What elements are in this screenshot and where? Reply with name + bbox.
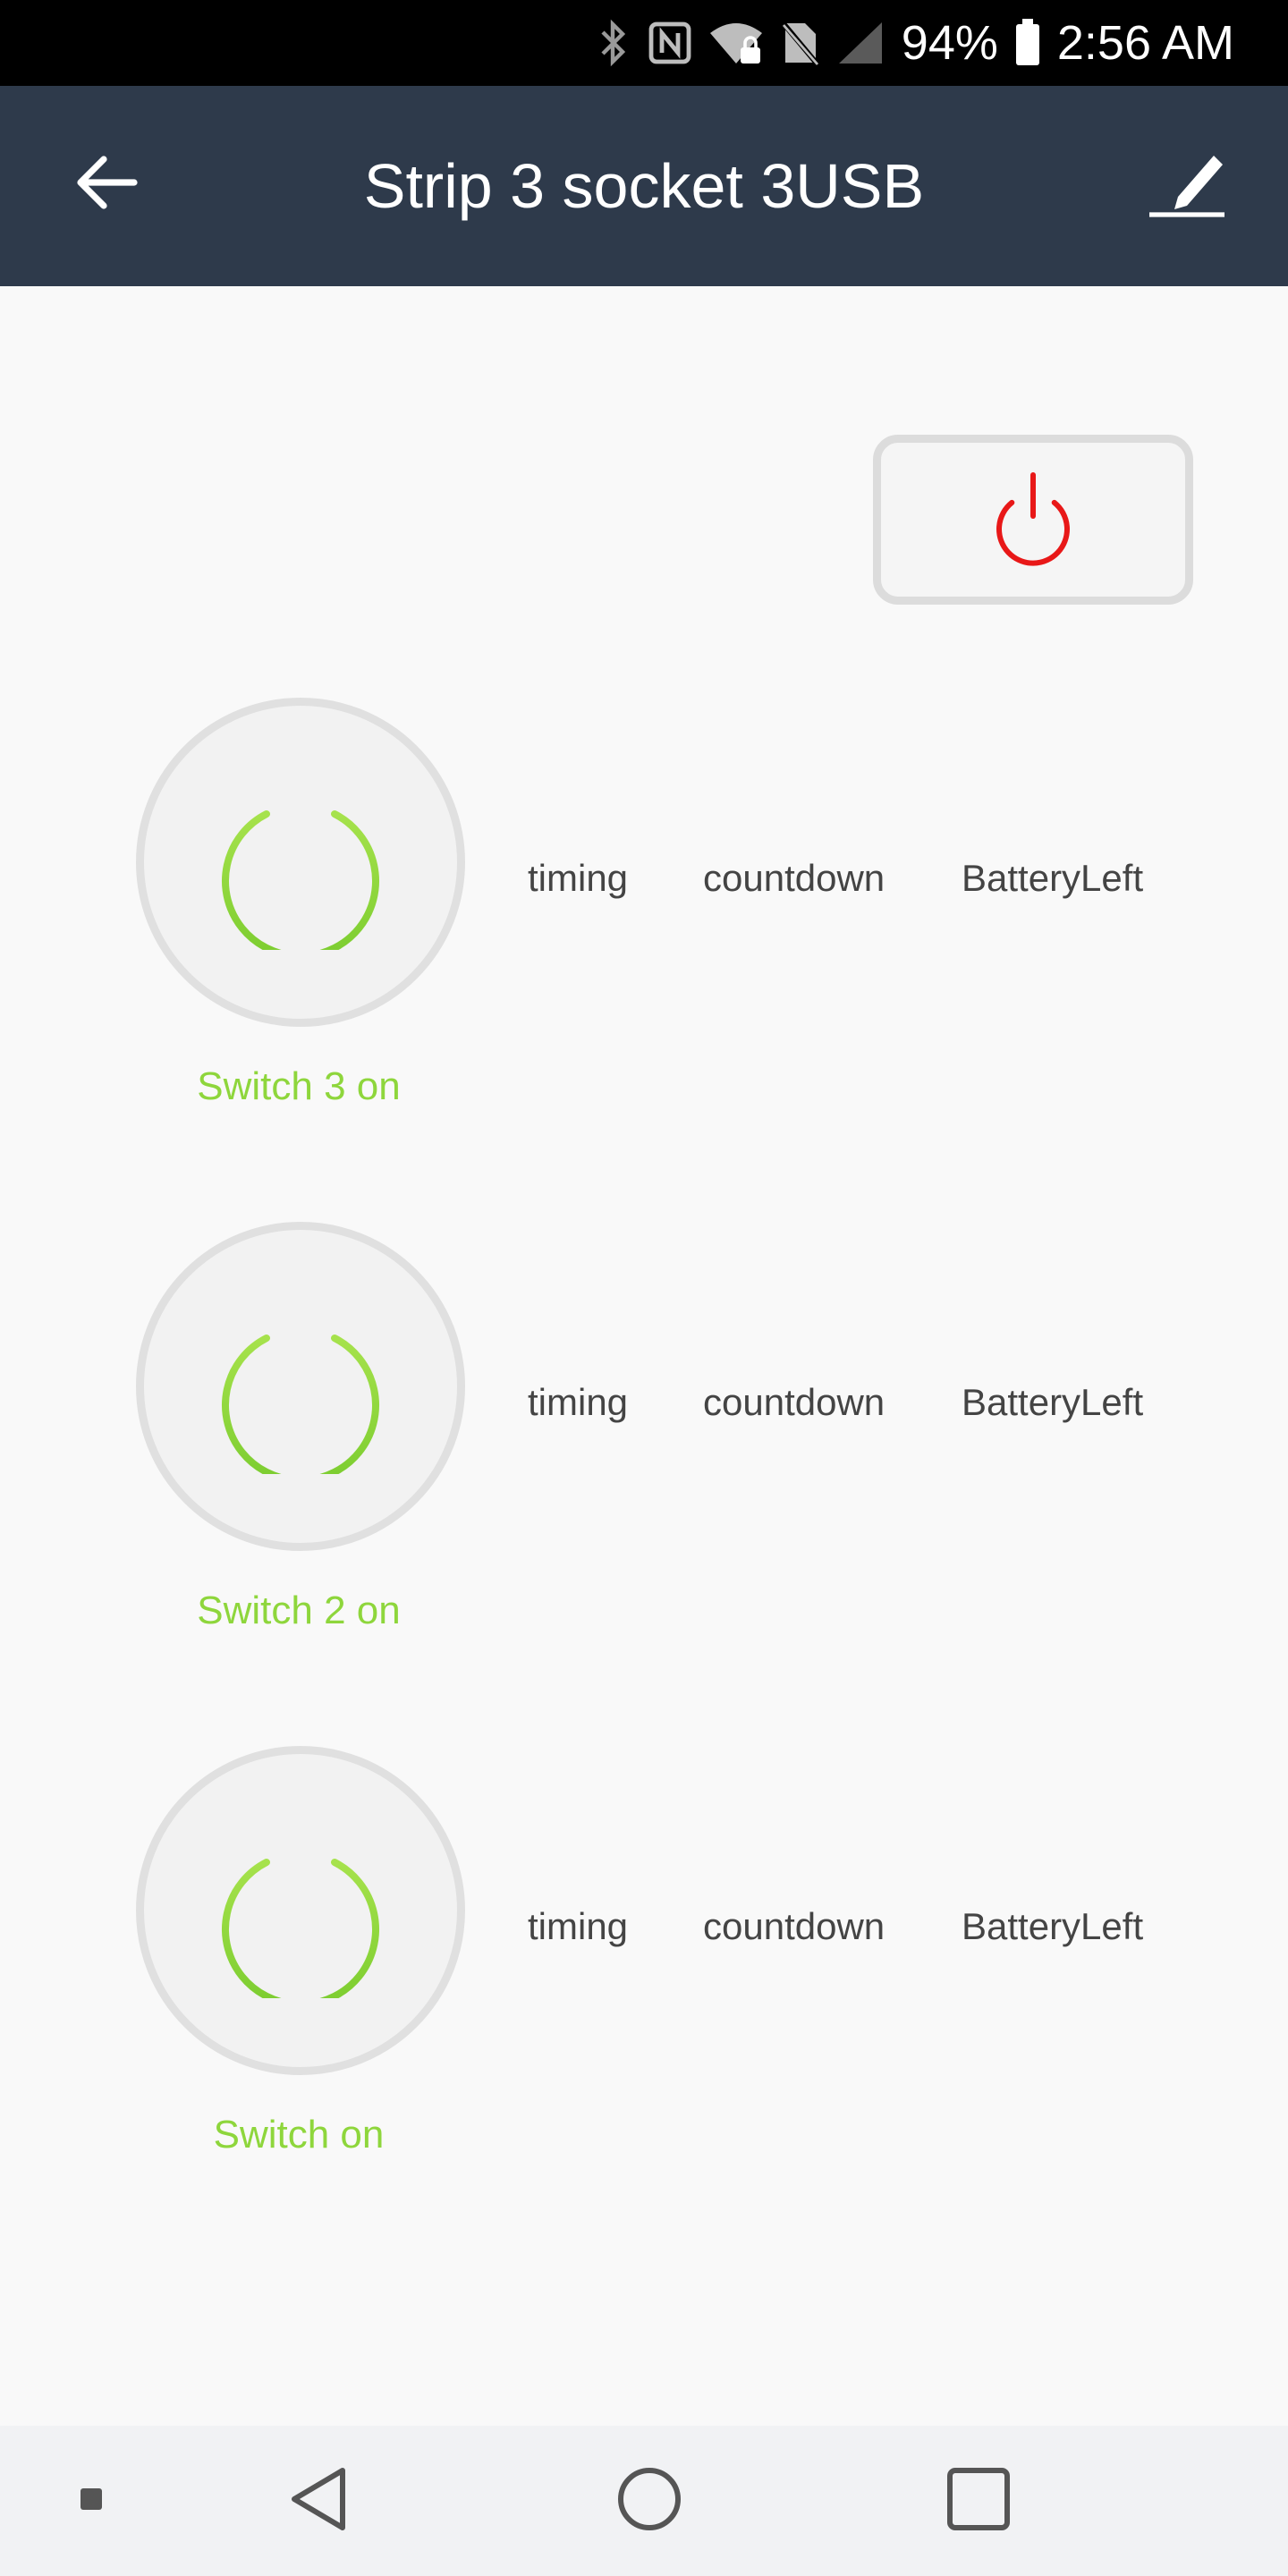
switch-toggle-button[interactable] — [136, 1222, 465, 1551]
battery-icon — [1014, 19, 1041, 67]
switch-row: Switch 3 on timing countdown BatteryLeft — [0, 698, 1288, 1163]
timing-button[interactable]: timing — [528, 857, 628, 900]
switch-toggle-button[interactable] — [136, 698, 465, 1027]
nfc-icon — [648, 21, 692, 65]
timing-button[interactable]: timing — [528, 1905, 628, 1948]
screen: 94% 2:56 AM Strip 3 socket 3USB Switch 3… — [0, 0, 1288, 2576]
switch-status-label: Switch on — [213, 2113, 385, 2157]
switch-row: Switch on timing countdown BatteryLeft — [0, 1746, 1288, 2211]
back-button[interactable] — [54, 131, 161, 238]
nav-home-button[interactable] — [596, 2447, 703, 2555]
countdown-button[interactable]: countdown — [703, 1381, 885, 1424]
status-icons: 94% 2:56 AM — [596, 0, 1234, 86]
square-recents-icon — [946, 2467, 1011, 2536]
navigation-bar — [0, 2426, 1288, 2576]
overview-dot-button[interactable] — [38, 2447, 145, 2555]
power-icon — [979, 464, 1087, 576]
app-bar: Strip 3 socket 3USB — [0, 86, 1288, 286]
battery-percent: 94% — [901, 16, 998, 70]
countdown-button[interactable]: countdown — [703, 857, 885, 900]
edit-button[interactable] — [1129, 131, 1245, 238]
status-bar: 94% 2:56 AM — [0, 0, 1288, 86]
master-power-button[interactable] — [873, 435, 1193, 605]
power-icon — [216, 771, 386, 960]
pencil-icon — [1146, 147, 1228, 223]
battery-left-button[interactable]: BatteryLeft — [962, 857, 1143, 900]
triangle-back-icon — [287, 2465, 350, 2538]
square-dot-icon — [79, 2487, 104, 2516]
bluetooth-icon — [596, 18, 631, 68]
no-sim-icon — [779, 20, 819, 66]
battery-left-button[interactable]: BatteryLeft — [962, 1381, 1143, 1424]
countdown-button[interactable]: countdown — [703, 1905, 885, 1948]
nav-back-button[interactable] — [265, 2447, 372, 2555]
switch-row: Switch 2 on timing countdown BatteryLeft — [0, 1222, 1288, 1687]
nav-recents-button[interactable] — [925, 2447, 1032, 2555]
arrow-left-icon — [75, 154, 140, 216]
battery-left-button[interactable]: BatteryLeft — [962, 1905, 1143, 1948]
switch-toggle-button[interactable] — [136, 1746, 465, 2075]
wifi-locked-icon — [708, 21, 764, 65]
power-icon — [216, 1819, 386, 2008]
power-icon — [216, 1295, 386, 1484]
clock: 2:56 AM — [1056, 16, 1234, 70]
signal-icon — [835, 21, 886, 65]
switch-status-label: Switch 2 on — [197, 1589, 401, 1632]
timing-button[interactable]: timing — [528, 1381, 628, 1424]
circle-home-icon — [615, 2465, 683, 2538]
switch-status-label: Switch 3 on — [197, 1064, 401, 1108]
page-title: Strip 3 socket 3USB — [363, 151, 925, 221]
